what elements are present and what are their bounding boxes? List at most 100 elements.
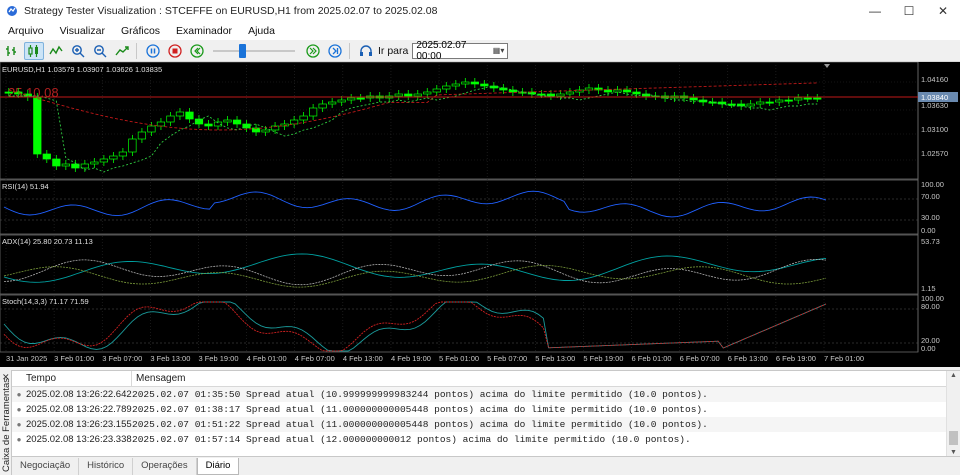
journal-row[interactable]: ● 2025.02.08 13:26:22.789 2025.02.07 01:38… [12,402,960,417]
candle [232,119,242,125]
zoom-in-button[interactable] [68,42,88,60]
candle [689,97,698,101]
app-icon [7,6,17,16]
tab-negociacao[interactable]: Negociação [12,458,80,475]
time-axis-label: 6 Feb 07:00 [680,354,720,363]
step-icon [328,43,342,58]
candle [128,138,137,153]
candle [175,111,185,117]
minimize-button[interactable]: — [858,0,892,22]
tab-historico[interactable]: Histórico [79,458,134,475]
column-header-time[interactable]: Tempo [12,370,132,387]
maximize-button[interactable]: ☐ [892,0,926,22]
candle [813,97,822,100]
log-info-icon: ● [16,405,22,414]
candle [632,91,641,95]
candle [80,163,89,169]
time-axis-label: 5 Feb 01:00 [439,354,479,363]
log-time: 2025.02.08 13:26:22.642 [26,389,132,400]
toolbar-separator [136,42,137,59]
candle [90,161,99,165]
autoscroll-button[interactable] [112,42,132,60]
menu-arquivo[interactable]: Arquivo [0,25,52,37]
candle [309,107,318,117]
candle [603,89,613,93]
candle [508,89,517,93]
log-message: 2025.02.07 01:38:17 Spread atual (11.000… [132,404,708,415]
candle [328,101,337,105]
time-axis-label: 3 Feb 01:00 [54,354,94,363]
candle [708,101,717,104]
candle [423,91,432,95]
log-message: 2025.02.07 01:51:22 Spread atual (11.000… [132,419,708,430]
menu-ajuda[interactable]: Ajuda [240,25,283,37]
candle [166,115,175,123]
candle [404,93,413,97]
journal-row[interactable]: ● 2025.02.08 13:26:23.338 2025.02.07 01:57… [12,432,960,447]
chart-canvas[interactable]: 31 Jan 2025 3 Feb 01:00 3 Feb 07:00 3 Feb 1… [0,62,960,367]
pause-button[interactable] [143,42,163,60]
time-axis-label: 4 Feb 07:00 [295,354,335,363]
candle [42,153,51,160]
candle [347,97,356,101]
toolbar-separator [349,42,350,59]
scroll-thumb[interactable] [949,431,958,445]
column-header-message[interactable]: Mensagem [132,373,185,384]
journal-row[interactable]: ● 2025.02.08 13:26:22.642 2025.02.07 01:35… [12,387,960,402]
candle [52,158,61,167]
speed-slider-thumb[interactable] [239,43,246,58]
fast-forward-button[interactable] [303,42,323,60]
calendar-dropdown-icon[interactable]: ▦▾ [493,46,505,55]
candle [775,99,784,103]
time-axis-label: 3 Feb 07:00 [102,354,142,363]
toolbox-tabs: Negociação Histórico Operações Diário [12,456,960,475]
candle [413,93,422,97]
candle [185,111,194,120]
zoom-out-button[interactable] [90,42,110,60]
rsi-axis-label: 100.00 [921,180,944,189]
chart-area[interactable]: 31 Jan 2025 3 Feb 01:00 3 Feb 07:00 3 Feb 1… [0,62,960,367]
time-axis-label: 4 Feb 13:00 [343,354,383,363]
price-axis-label: 1.03100 [921,125,948,134]
time-axis-label: 4 Feb 19:00 [391,354,431,363]
journal-scrollbar[interactable]: ▲ ▼ [946,371,960,457]
bar-chart-button[interactable] [2,42,22,60]
menu-examinador[interactable]: Examinador [168,25,240,37]
stop-button[interactable] [165,42,185,60]
title-bar: Strategy Tester Visualization : STCEFFE … [0,0,960,22]
scroll-up-icon[interactable]: ▲ [950,372,957,379]
step-button[interactable] [325,42,345,60]
scroll-down-icon[interactable]: ▼ [950,449,957,456]
line-chart-button[interactable] [46,42,66,60]
candle [318,103,327,109]
rsi-axis-label: 0.00 [921,226,936,235]
candle [432,88,441,93]
rewind-button[interactable] [187,42,207,60]
tab-operacoes[interactable]: Operações [133,458,197,475]
price-axis-label: 1.03630 [921,101,948,110]
menu-graficos[interactable]: Gráficos [113,25,168,37]
goto-button[interactable] [356,42,376,60]
zoom-in-icon [72,44,85,57]
candle [613,89,622,93]
speed-slider[interactable] [213,43,295,59]
candlestick-button[interactable] [24,41,44,60]
menu-bar: Arquivo Visualizar Gráficos Examinador A… [0,22,960,40]
goto-date-field[interactable]: 2025.02.07 00:00 ▦▾ [412,39,509,62]
goto-date-value: 2025.02.07 00:00 [416,39,467,62]
adx-axis-label: 1.15 [921,284,936,293]
pause-icon [146,43,160,58]
log-info-icon: ● [16,390,22,399]
candle [546,93,556,97]
time-axis-label: 3 Feb 13:00 [150,354,190,363]
journal-panel: Tempo Mensagem ● 2025.02.08 13:26:22.642 2… [12,370,960,457]
candle [137,131,147,140]
stoch-axis-label: 80.00 [921,302,940,311]
tab-diario[interactable]: Diário [196,458,240,475]
log-message: 2025.02.07 01:35:50 Spread atual (10.999… [132,389,708,400]
candle [556,93,565,97]
goto-label: Ir para [378,44,409,57]
menu-visualizar[interactable]: Visualizar [52,25,113,37]
journal-row[interactable]: ● 2025.02.08 13:26:23.155 2025.02.07 01:51… [12,417,960,432]
close-button[interactable]: ✕ [926,0,960,22]
